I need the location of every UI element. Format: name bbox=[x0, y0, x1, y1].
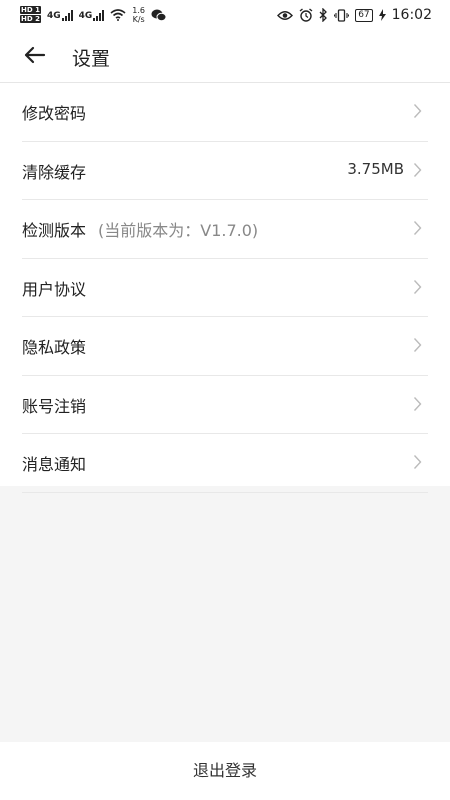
chevron-right-icon bbox=[413, 162, 422, 177]
back-arrow-icon[interactable] bbox=[22, 42, 48, 68]
settings-list: 修改密码 清除缓存 3.75MB 检测版本 (当前版本为：V1.7.0) 用户协议… bbox=[0, 83, 450, 493]
settings-item-notifications[interactable]: 消息通知 bbox=[22, 434, 428, 493]
status-bar-right: 67 16:02 bbox=[277, 7, 432, 23]
settings-item-user-agreement[interactable]: 用户协议 bbox=[22, 259, 428, 317]
page-title: 设置 bbox=[72, 48, 111, 70]
battery-level: 67 bbox=[355, 8, 373, 22]
hd-1-label: HD 1 bbox=[20, 6, 41, 14]
network-speed: 1.6 K/s bbox=[132, 6, 145, 24]
settings-item-label: 账号注销 bbox=[22, 396, 87, 416]
chevron-right-icon bbox=[413, 455, 422, 469]
chevron-right-icon bbox=[413, 396, 422, 411]
hd-indicator: HD 1 HD 2 bbox=[20, 6, 41, 24]
status-bar: HD 1 HD 2 4G 4G 1.6 K/s 67 16:02 bbox=[0, 0, 450, 32]
vibrate-icon bbox=[334, 8, 350, 22]
alarm-icon bbox=[299, 8, 313, 22]
settings-item-change-password[interactable]: 修改密码 bbox=[22, 83, 428, 142]
cache-size-value: 3.75MB bbox=[347, 159, 404, 178]
settings-item-label: 用户协议 bbox=[22, 279, 87, 299]
clock-time: 16:02 bbox=[391, 7, 432, 23]
settings-item-label: 消息通知 bbox=[22, 455, 87, 474]
charging-icon bbox=[378, 9, 386, 21]
app-header: 设置 bbox=[0, 32, 450, 83]
settings-item-label: 修改密码 bbox=[22, 104, 87, 123]
bluetooth-icon bbox=[319, 8, 328, 22]
signal-bars-icon bbox=[93, 9, 105, 21]
settings-item-label: 清除缓存 bbox=[22, 162, 87, 182]
current-version-text: (当前版本为：V1.7.0) bbox=[98, 221, 259, 240]
settings-item-clear-cache[interactable]: 清除缓存 3.75MB bbox=[22, 142, 428, 200]
signal-1-type: 4G bbox=[46, 10, 61, 21]
network-speed-unit: K/s bbox=[132, 15, 145, 24]
settings-item-check-version[interactable]: 检测版本 (当前版本为：V1.7.0) bbox=[22, 200, 428, 259]
signal-2-type: 4G bbox=[78, 10, 93, 21]
wifi-icon bbox=[110, 9, 126, 21]
logout-button[interactable]: 退出登录 bbox=[0, 742, 450, 800]
eye-icon bbox=[277, 10, 294, 20]
signal-2: 4G bbox=[78, 9, 105, 21]
chevron-right-icon bbox=[413, 338, 422, 352]
network-speed-value: 1.6 bbox=[132, 6, 146, 15]
check-version-label: 检测版本 bbox=[22, 221, 87, 240]
settings-item-label: 隐私政策 bbox=[22, 338, 87, 357]
settings-item-privacy-policy[interactable]: 隐私政策 bbox=[22, 317, 428, 376]
signal-bars-icon bbox=[61, 9, 73, 21]
signal-1: 4G bbox=[46, 9, 73, 21]
status-bar-left: HD 1 HD 2 4G 4G 1.6 K/s bbox=[20, 6, 167, 24]
hd-2-label: HD 2 bbox=[20, 15, 41, 23]
chevron-right-icon bbox=[413, 279, 422, 294]
settings-item-label: 检测版本 (当前版本为：V1.7.0) bbox=[22, 217, 258, 241]
chevron-right-icon bbox=[413, 221, 422, 235]
chevron-right-icon bbox=[413, 104, 422, 118]
settings-item-account-deletion[interactable]: 账号注销 bbox=[22, 376, 428, 434]
wechat-icon bbox=[151, 9, 167, 21]
